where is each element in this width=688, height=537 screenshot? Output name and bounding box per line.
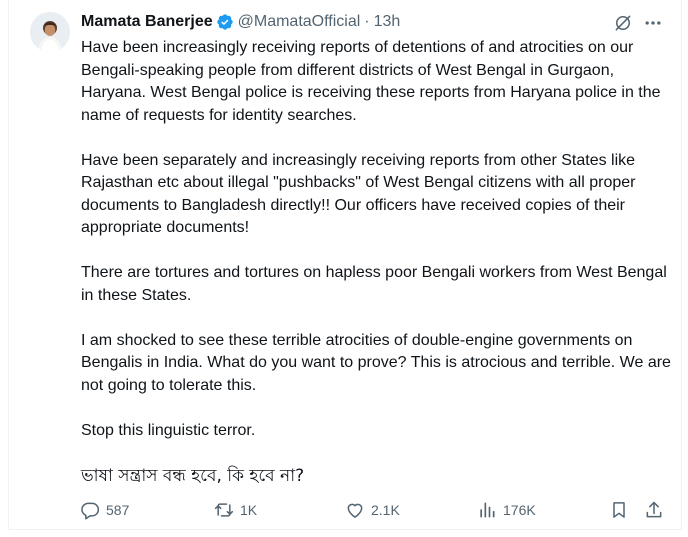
repost-count: 1K <box>240 502 258 518</box>
action-bar: 587 1K 2.1K 176K <box>80 498 670 522</box>
tweet-paragraph: Have been separately and increasingly re… <box>81 151 636 237</box>
repost-button[interactable]: 1K <box>214 498 257 522</box>
tweet-timestamp[interactable]: 13h <box>374 13 401 31</box>
share-button[interactable] <box>644 498 664 522</box>
like-count: 2.1K <box>371 502 400 518</box>
tweet-paragraph: Have been increasingly receiving reports… <box>81 39 661 124</box>
tweet-paragraph: Stop this linguistic terror. <box>81 421 256 439</box>
more-icon[interactable] <box>642 12 664 34</box>
tweet-paragraph: There are tortures and tortures on haple… <box>81 264 667 304</box>
verified-badge-icon <box>216 13 234 31</box>
tweet-header: Mamata Banerjee @MamataOfficial · 13h <box>81 12 400 32</box>
bookmark-button[interactable] <box>609 498 629 522</box>
tweet-paragraph: I am shocked to see these terrible atroc… <box>81 331 671 394</box>
tweet-paragraph-bengali: ভাষা সন্ত্রাস বন্ধ হবে, কি হবে না? <box>81 465 305 486</box>
avatar[interactable] <box>30 12 70 52</box>
views-count: 176K <box>503 502 536 518</box>
avatar-image <box>30 12 70 52</box>
tweet-text: Have been increasingly receiving reports… <box>81 37 671 510</box>
views-icon <box>480 502 495 518</box>
separator-dot: · <box>364 13 370 30</box>
views-button[interactable]: 176K <box>477 498 536 522</box>
repost-icon <box>214 503 234 517</box>
bookmark-icon <box>613 502 625 518</box>
share-icon <box>646 501 662 518</box>
like-button[interactable]: 2.1K <box>345 498 400 522</box>
grok-icon[interactable] <box>612 12 634 34</box>
reply-count: 587 <box>106 502 130 518</box>
reply-button[interactable]: 587 <box>80 498 129 522</box>
reply-icon <box>81 502 100 520</box>
author-name[interactable]: Mamata Banerjee <box>81 13 213 31</box>
author-handle[interactable]: @MamataOfficial <box>238 13 361 31</box>
like-icon <box>347 503 363 518</box>
